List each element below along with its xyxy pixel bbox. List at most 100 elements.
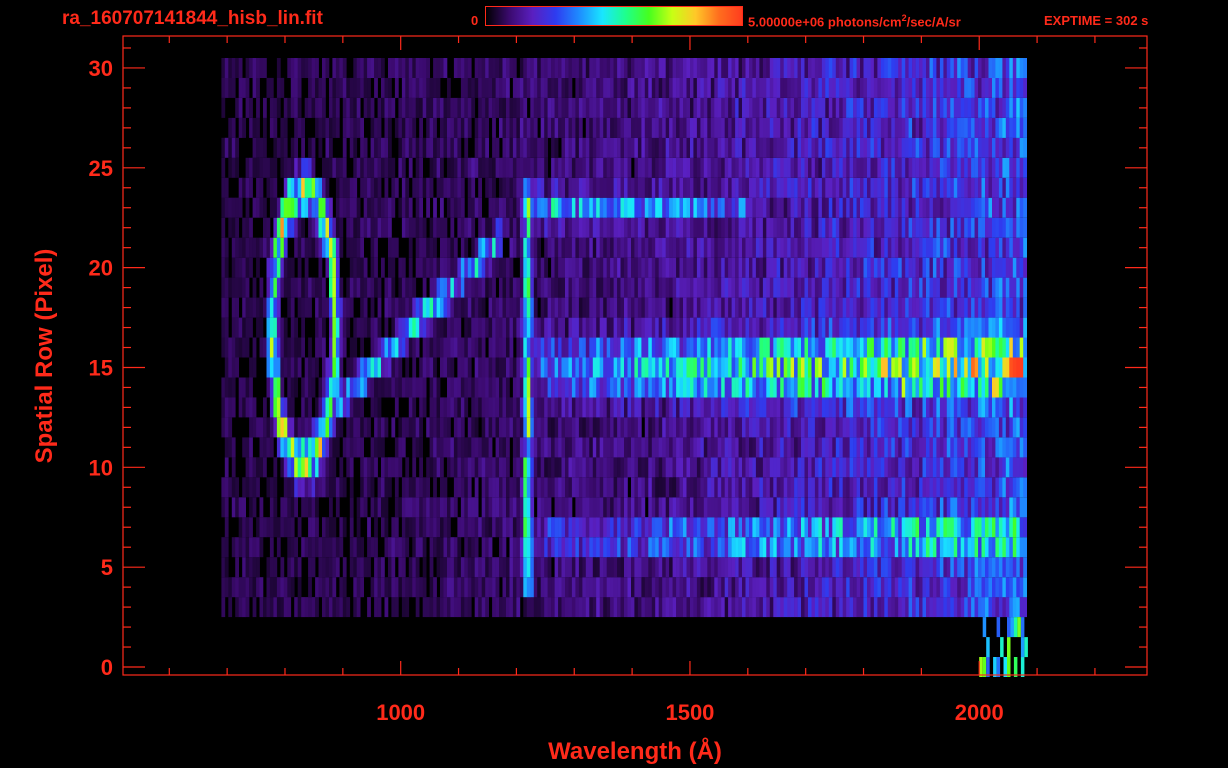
heatmap-cell — [474, 157, 479, 178]
heatmap-cell — [821, 437, 826, 458]
heatmap-cell — [769, 497, 774, 518]
heatmap-cell — [374, 177, 378, 198]
heatmap-cell — [603, 317, 607, 338]
heatmap-cell — [683, 397, 687, 418]
heatmap-cell — [971, 197, 975, 218]
heatmap-cell — [558, 377, 562, 398]
heatmap-cell — [297, 157, 302, 178]
heatmap-cell — [273, 217, 278, 238]
heatmap-cell — [828, 457, 833, 478]
heatmap-cell — [992, 337, 996, 358]
heatmap-cell — [669, 217, 673, 238]
heatmap-cell — [467, 357, 472, 378]
heatmap-cell — [648, 377, 653, 398]
heatmap-cell — [547, 557, 552, 578]
heatmap-cell — [995, 457, 1000, 478]
heatmap-cell — [294, 557, 298, 578]
heatmap-cell — [561, 477, 566, 498]
heatmap-cell — [360, 437, 364, 458]
heatmap-cell — [245, 397, 250, 418]
heatmap-cell — [318, 177, 323, 198]
heatmap-cell — [568, 557, 573, 578]
heatmap-cell — [349, 537, 354, 558]
heatmap-cell — [780, 157, 784, 178]
heatmap-cell — [526, 477, 531, 498]
heatmap-cell — [651, 477, 656, 498]
heatmap-cell — [294, 477, 298, 498]
heatmap-cell — [266, 297, 271, 318]
heatmap-cell — [1005, 497, 1010, 518]
heatmap-cell — [242, 337, 246, 358]
heatmap-cell — [353, 237, 358, 258]
heatmap-cell — [790, 357, 795, 378]
heatmap-cell — [995, 177, 1000, 198]
heatmap-cell — [603, 357, 607, 378]
heatmap-cell — [662, 177, 666, 198]
heatmap-cell — [919, 317, 923, 338]
heatmap-cell — [478, 377, 482, 398]
heatmap-cell — [1023, 277, 1027, 298]
heatmap-cell — [457, 517, 462, 538]
heatmap-cell — [988, 557, 993, 578]
heatmap-cell — [828, 177, 833, 198]
heatmap-cell — [964, 377, 968, 398]
heatmap-cell — [856, 557, 861, 578]
heatmap-cell — [1016, 477, 1021, 498]
heatmap-cell — [440, 497, 444, 518]
heatmap-cell — [474, 457, 479, 478]
heatmap-cell — [512, 597, 517, 618]
heatmap-cell — [929, 397, 934, 418]
heatmap-cell — [665, 417, 670, 438]
heatmap-cell — [249, 537, 253, 558]
heatmap-cell — [891, 237, 896, 258]
heatmap-cell — [926, 357, 930, 378]
heatmap-cell — [818, 537, 823, 558]
heatmap-cell — [405, 337, 410, 358]
heatmap-cell — [745, 597, 750, 618]
heatmap-cell — [912, 357, 916, 378]
heatmap-cell — [926, 417, 930, 438]
heatmap-cell — [339, 577, 344, 598]
heatmap-cell — [256, 297, 260, 318]
heatmap-cell — [641, 477, 646, 498]
heatmap-cell — [440, 337, 444, 358]
heatmap-cell — [960, 237, 965, 258]
heatmap-cell — [839, 517, 843, 538]
heatmap-cell — [457, 317, 462, 338]
heatmap-cell — [474, 197, 479, 218]
heatmap-cell — [679, 217, 684, 238]
heatmap-cell — [221, 137, 226, 158]
heatmap-cell — [273, 457, 278, 478]
heatmap-cell — [634, 177, 639, 198]
heatmap-cell — [436, 417, 441, 438]
heatmap-cell — [537, 197, 541, 218]
heatmap-cell — [887, 437, 892, 458]
heatmap-cell — [641, 277, 646, 298]
heatmap-cell — [662, 457, 666, 478]
heatmap-cell — [388, 197, 392, 218]
heatmap-cell — [558, 237, 562, 258]
heatmap-cell — [519, 497, 524, 518]
heatmap-cell — [835, 237, 840, 258]
heatmap-cell — [974, 377, 979, 398]
heatmap-cell — [867, 597, 871, 618]
heatmap-cell — [571, 477, 576, 498]
heatmap-cell — [731, 197, 736, 218]
heatmap-cell — [710, 277, 715, 298]
heatmap-cell — [804, 437, 809, 458]
heatmap-cell — [749, 577, 753, 598]
heatmap-cell — [703, 337, 708, 358]
heatmap-cell — [835, 177, 840, 198]
heatmap-cell — [710, 257, 715, 278]
heatmap-cell — [617, 417, 621, 438]
heatmap-cell — [478, 157, 482, 178]
heatmap-cell — [537, 477, 541, 498]
heatmap-cell — [401, 317, 406, 338]
heatmap-cell — [464, 357, 469, 378]
heatmap-cell — [224, 577, 229, 598]
heatmap-cell — [526, 417, 531, 438]
heatmap-cell — [516, 157, 521, 178]
heatmap-cell — [276, 377, 281, 398]
heatmap-cell — [808, 337, 812, 358]
heatmap-cell — [787, 477, 791, 498]
